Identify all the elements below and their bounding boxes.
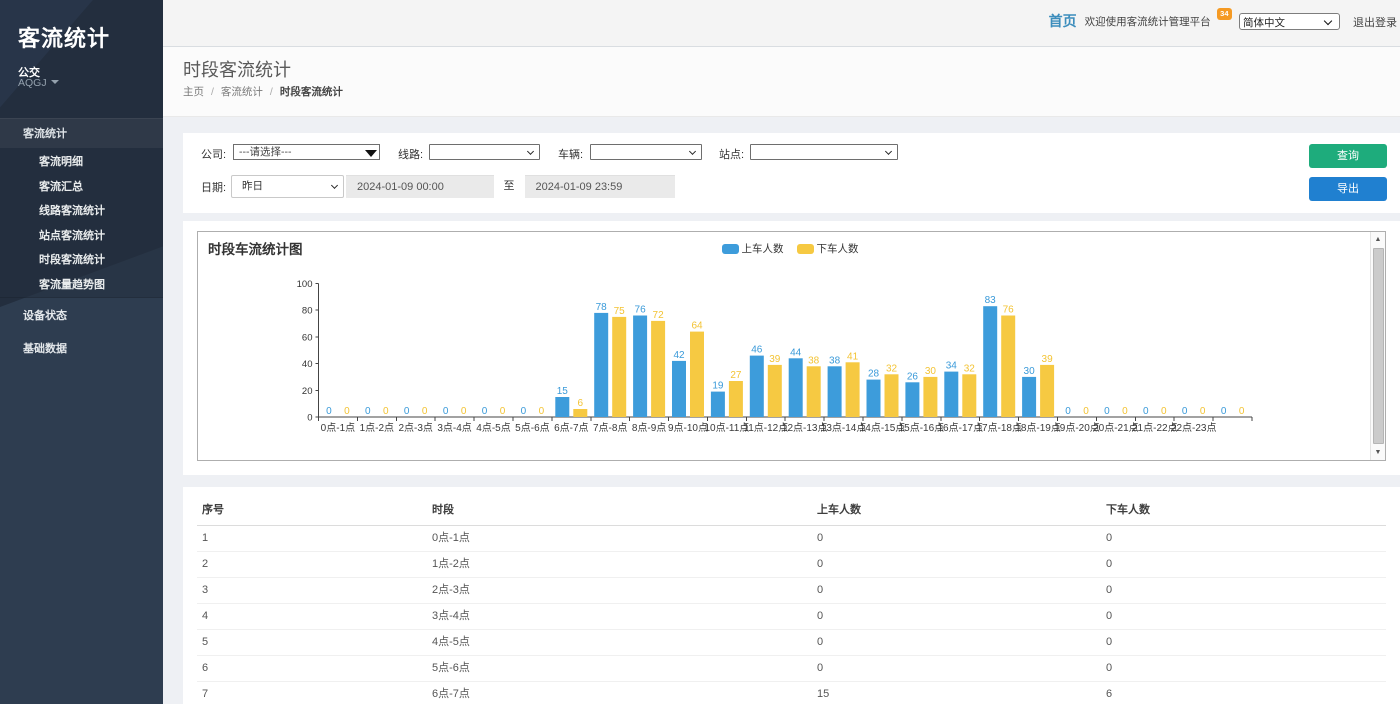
- svg-text:22点-23点: 22点-23点: [1171, 422, 1217, 434]
- svg-text:19: 19: [712, 381, 724, 392]
- svg-text:0: 0: [422, 406, 428, 417]
- svg-text:30: 30: [1024, 366, 1036, 377]
- svg-text:75: 75: [614, 306, 626, 317]
- svg-text:0: 0: [500, 406, 506, 417]
- svg-text:28: 28: [868, 369, 880, 380]
- svg-text:38: 38: [808, 355, 820, 366]
- svg-text:0: 0: [307, 413, 312, 424]
- svg-text:6: 6: [578, 398, 584, 409]
- svg-text:0: 0: [1161, 406, 1167, 417]
- svg-text:9点-10点: 9点-10点: [668, 422, 708, 434]
- svg-text:39: 39: [769, 354, 781, 365]
- svg-text:0: 0: [461, 406, 467, 417]
- svg-text:0: 0: [1122, 406, 1128, 417]
- svg-text:4点-5点: 4点-5点: [476, 422, 510, 434]
- svg-text:0: 0: [521, 406, 527, 417]
- svg-text:7点-8点: 7点-8点: [593, 422, 627, 434]
- svg-text:0: 0: [443, 406, 449, 417]
- svg-text:0: 0: [344, 406, 350, 417]
- svg-text:15: 15: [557, 386, 569, 397]
- svg-text:32: 32: [886, 363, 898, 374]
- svg-text:100: 100: [297, 279, 313, 290]
- svg-text:20: 20: [302, 386, 313, 397]
- svg-text:0: 0: [326, 406, 332, 417]
- svg-text:40: 40: [302, 359, 313, 370]
- svg-text:80: 80: [302, 306, 313, 317]
- svg-text:64: 64: [691, 321, 703, 332]
- svg-text:0: 0: [1143, 406, 1149, 417]
- svg-text:0: 0: [1065, 406, 1071, 417]
- svg-text:0: 0: [1200, 406, 1206, 417]
- svg-text:34: 34: [946, 361, 958, 372]
- svg-text:0: 0: [1239, 406, 1245, 417]
- svg-text:0点-1点: 0点-1点: [321, 422, 355, 434]
- svg-text:39: 39: [1042, 354, 1054, 365]
- svg-text:42: 42: [673, 350, 685, 361]
- svg-text:27: 27: [730, 370, 742, 381]
- svg-text:0: 0: [1083, 406, 1089, 417]
- svg-text:8点-9点: 8点-9点: [632, 422, 666, 434]
- svg-text:83: 83: [985, 295, 997, 306]
- svg-text:0: 0: [539, 406, 545, 417]
- svg-text:72: 72: [653, 310, 665, 321]
- svg-text:2点-3点: 2点-3点: [398, 422, 432, 434]
- svg-text:6点-7点: 6点-7点: [554, 422, 588, 434]
- svg-text:44: 44: [790, 347, 802, 358]
- svg-text:76: 76: [1003, 305, 1015, 316]
- svg-text:3点-4点: 3点-4点: [437, 422, 471, 434]
- svg-text:0: 0: [383, 406, 389, 417]
- svg-text:76: 76: [635, 305, 647, 316]
- svg-text:1点-2点: 1点-2点: [360, 422, 394, 434]
- svg-text:0: 0: [1104, 406, 1110, 417]
- svg-text:32: 32: [964, 363, 976, 374]
- svg-text:38: 38: [829, 355, 841, 366]
- svg-text:0: 0: [1221, 406, 1227, 417]
- svg-text:5点-6点: 5点-6点: [515, 422, 549, 434]
- svg-text:0: 0: [1182, 406, 1188, 417]
- svg-text:46: 46: [751, 345, 763, 356]
- svg-text:26: 26: [907, 371, 919, 382]
- svg-text:41: 41: [847, 351, 859, 362]
- svg-text:30: 30: [925, 366, 937, 377]
- svg-text:78: 78: [596, 302, 608, 313]
- svg-text:0: 0: [482, 406, 488, 417]
- svg-text:0: 0: [365, 406, 371, 417]
- svg-text:0: 0: [404, 406, 410, 417]
- svg-text:60: 60: [302, 332, 313, 343]
